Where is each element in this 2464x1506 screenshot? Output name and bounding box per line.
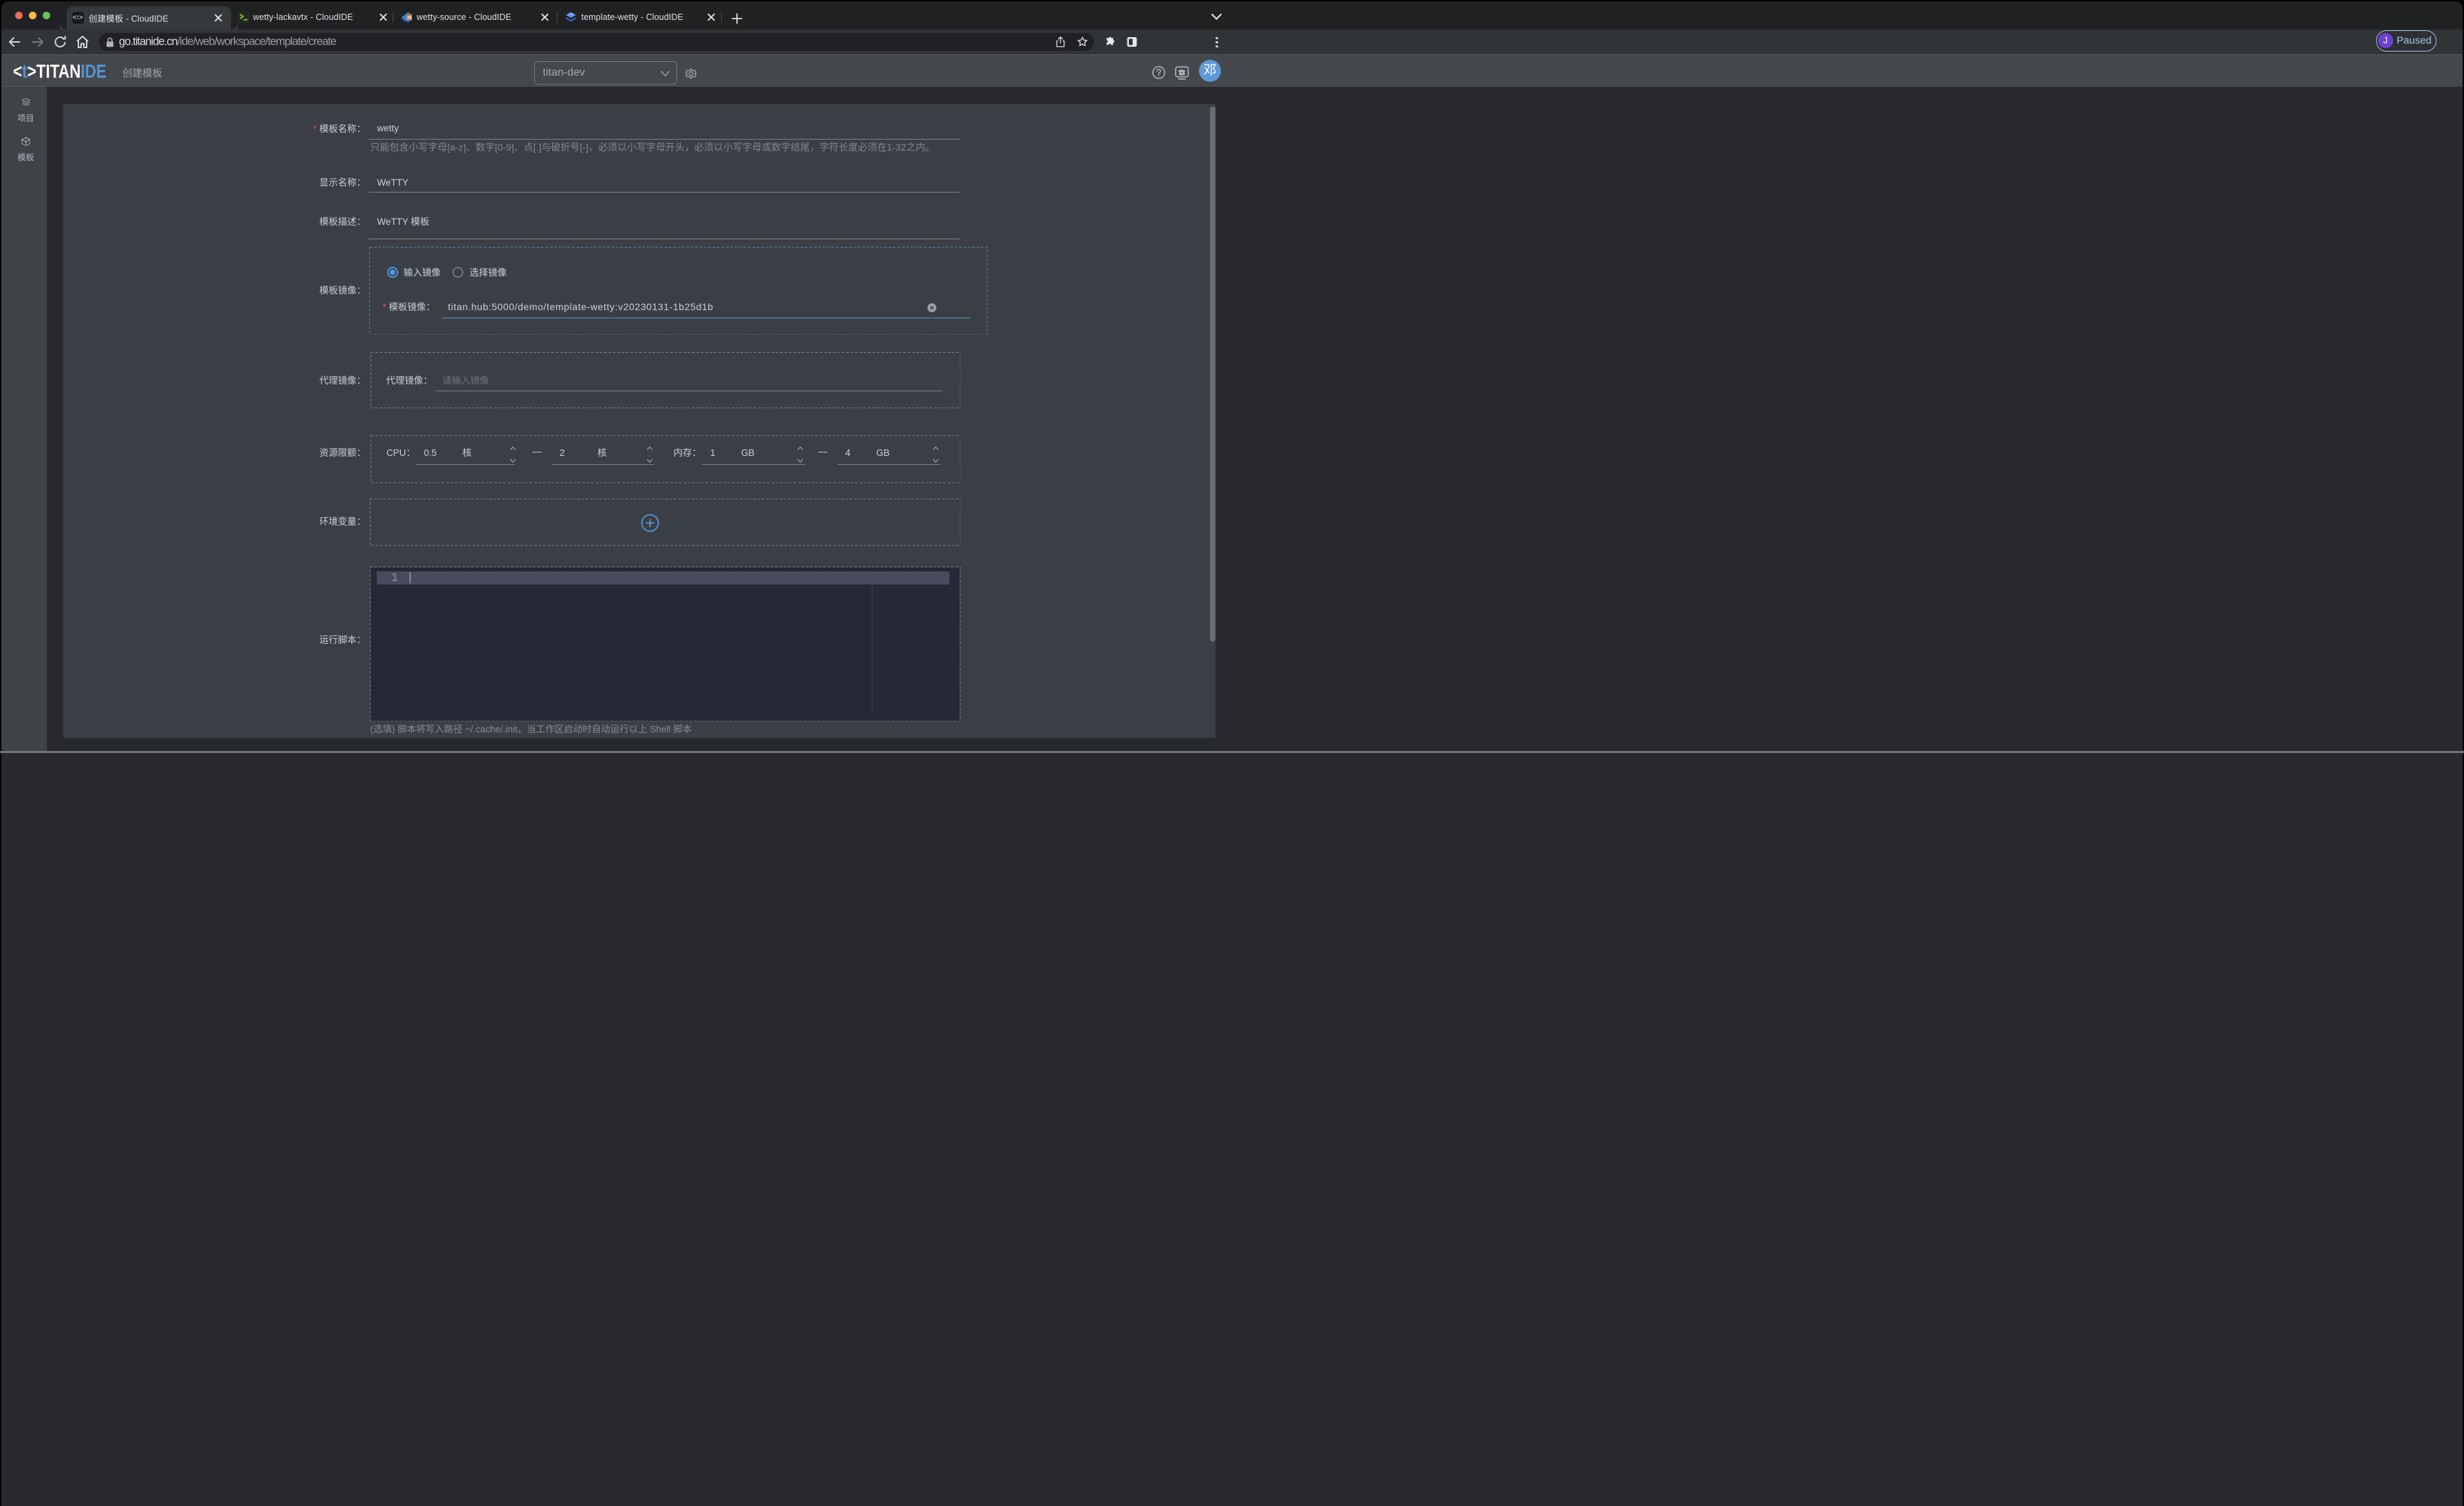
svg-text:JS: JS	[406, 16, 412, 21]
